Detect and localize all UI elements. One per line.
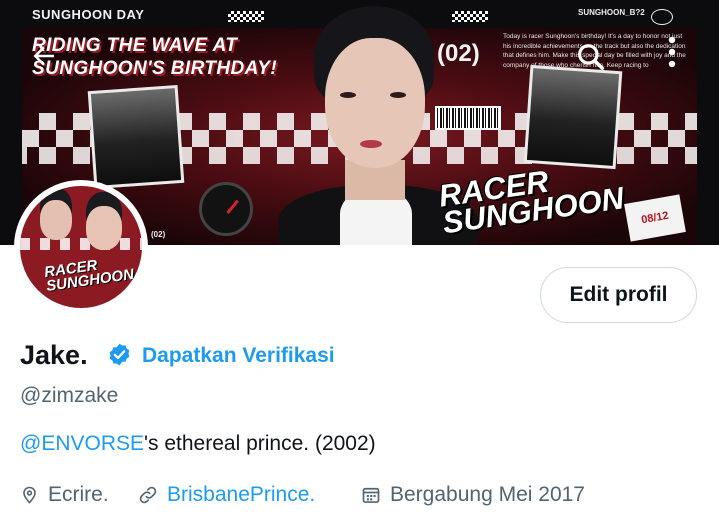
avatar-image: RACER SUNGHOON xyxy=(20,186,142,308)
banner-tag: SUNGHOON_B?2 xyxy=(578,8,645,17)
username-handle: @zimzake xyxy=(20,384,119,407)
location-text: Ecrire. xyxy=(48,483,109,506)
globe-icon xyxy=(651,9,673,25)
more-options-button[interactable] xyxy=(659,32,685,72)
portrait-eye xyxy=(340,92,356,98)
avatar-face-left xyxy=(40,200,72,240)
more-vertical-icon xyxy=(668,36,676,68)
avatar-checkered-strip xyxy=(20,238,142,250)
banner-number: (02) xyxy=(437,40,480,67)
portrait-mouth xyxy=(360,140,382,148)
website-link[interactable]: BrisbanePrince. xyxy=(167,482,315,508)
profile-website[interactable]: BrisbanePrince. xyxy=(138,482,315,508)
bio-text: 's ethereal prince. (2002) xyxy=(144,432,376,455)
portrait-eye xyxy=(390,92,406,98)
banner-brand-text: SUNGHOON DAY xyxy=(32,7,145,22)
speedometer-icon xyxy=(199,182,253,236)
profile-bio: @ENVORSE's ethereal prince. (2002) xyxy=(20,431,376,457)
calendar-icon xyxy=(362,487,380,503)
link-icon xyxy=(139,486,157,504)
bio-mention-link[interactable]: @ENVORSE xyxy=(20,432,144,455)
banner-headline-line2: SUNGHOON'S BIRTHDAY! xyxy=(32,58,278,79)
banner-small-number: (02) xyxy=(151,230,166,239)
back-button[interactable] xyxy=(27,39,61,73)
join-date-text: Bergabung Mei 2017 xyxy=(390,483,585,506)
display-name: Jake. xyxy=(20,340,88,370)
profile-join-date: Bergabung Mei 2017 xyxy=(361,482,585,508)
profile-location: Ecrire. xyxy=(20,482,109,508)
portrait-face xyxy=(325,38,425,168)
get-verified-link[interactable]: Dapatkan Verifikasi xyxy=(142,343,335,369)
edit-profile-button[interactable]: Edit profil xyxy=(540,267,697,323)
search-icon xyxy=(578,44,605,71)
avatar-face-right xyxy=(86,206,122,250)
barcode-graphic xyxy=(435,106,501,130)
verified-badge-icon[interactable] xyxy=(107,342,132,367)
location-pin-icon xyxy=(23,486,36,504)
banner-photo-left xyxy=(87,84,185,190)
avatar-logo-text: RACER SUNGHOON xyxy=(43,254,135,295)
banner-headline: RIDING THE WAVE AT SUNGHOON'S BIRTHDAY! xyxy=(32,34,277,80)
arrow-left-icon xyxy=(33,46,54,66)
search-button[interactable] xyxy=(573,39,609,75)
banner-photo-right xyxy=(523,64,623,170)
profile-avatar[interactable]: RACER SUNGHOON xyxy=(14,180,148,314)
banner-headline-line1: RIDING THE WAVE AT xyxy=(32,35,238,56)
checkered-flag-icon xyxy=(452,11,488,22)
checkered-flag-icon xyxy=(228,11,264,22)
